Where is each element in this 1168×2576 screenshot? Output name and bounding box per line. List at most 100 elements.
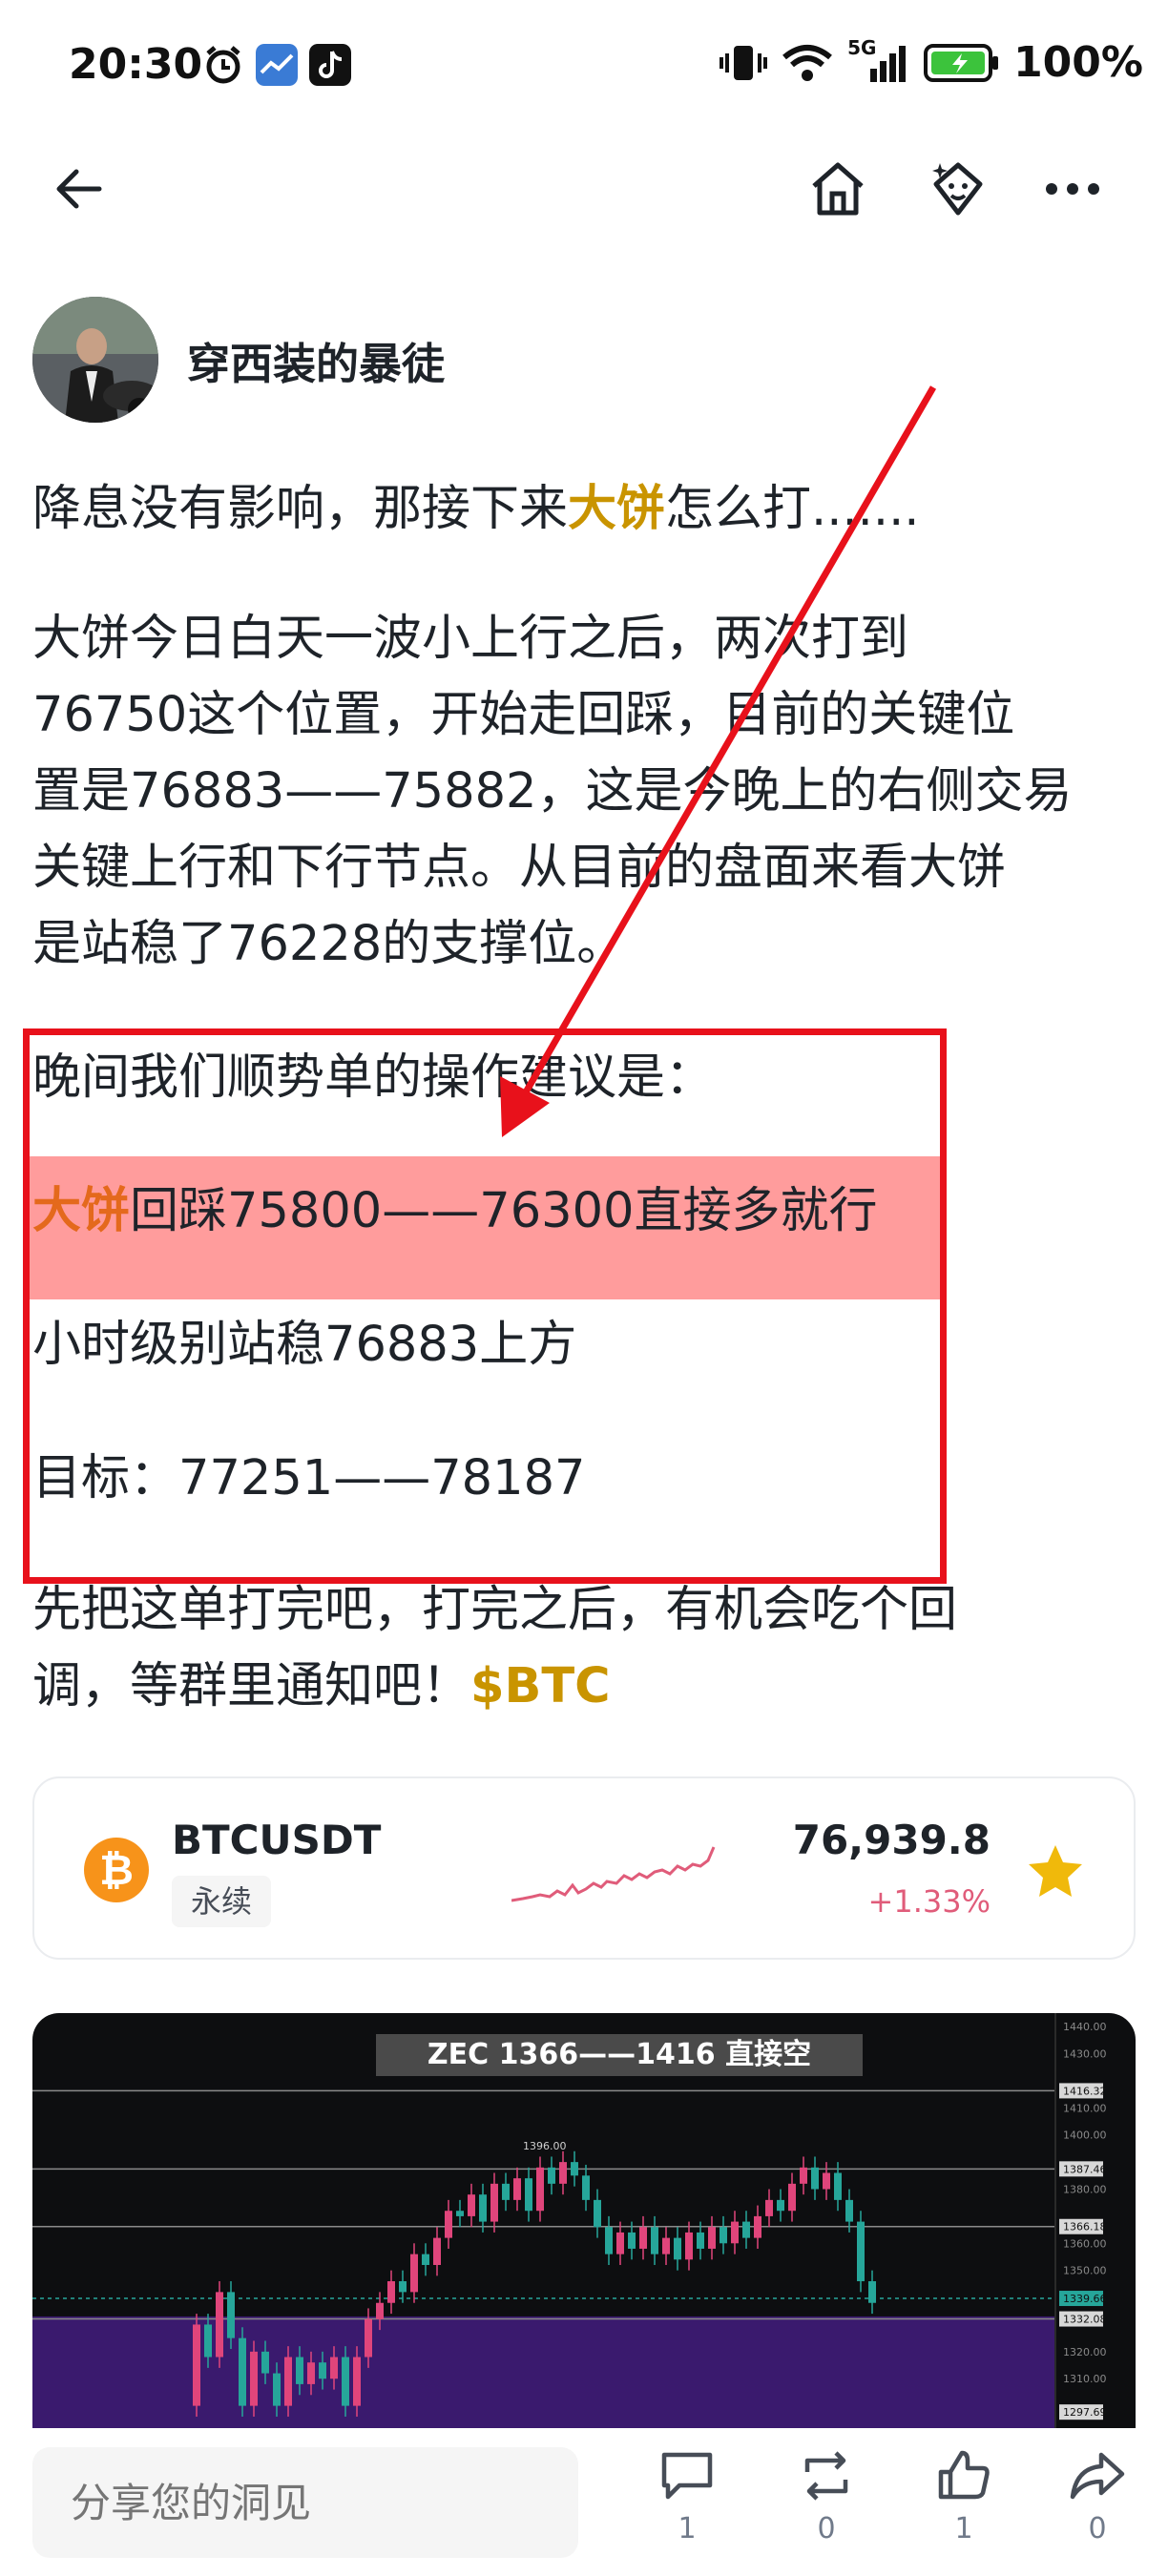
- comment-count: 1: [678, 2512, 697, 2545]
- chart-candle: [811, 2167, 819, 2190]
- repost-count: 0: [817, 2512, 836, 2545]
- share-count: 0: [1088, 2512, 1107, 2545]
- chart-candle: [674, 2237, 681, 2260]
- chart-candle: [433, 2237, 441, 2265]
- chart-candle: [777, 2199, 784, 2212]
- chart-candle: [239, 2337, 246, 2406]
- chart-candle: [571, 2162, 578, 2176]
- ticker-symbol: BTCUSDT: [172, 1817, 382, 1863]
- chart-candle: [330, 2357, 338, 2379]
- chart-candle: [616, 2232, 624, 2254]
- chart-candle: [513, 2178, 521, 2200]
- post-text: 调，等群里通知吧！: [32, 1658, 471, 1714]
- chart-candle: [754, 2215, 761, 2238]
- comment-icon: [661, 2452, 713, 2500]
- chart-image[interactable]: ZEC 1366——1416 直接空 1440.00 1430.00 1416.32…: [32, 2013, 1136, 2433]
- contract-type-tag: 永续: [172, 1876, 272, 1927]
- share-icon: [1070, 2452, 1125, 2500]
- ticker-price: 76,939.8: [792, 1817, 991, 1863]
- chart-candle: [662, 2237, 670, 2254]
- chart-axis-label: 1410.00: [1063, 2102, 1107, 2114]
- chart-candle: [857, 2221, 865, 2282]
- chart-axis-label: 1310.00: [1063, 2373, 1107, 2385]
- chart-candle: [365, 2318, 372, 2358]
- chart-candle: [353, 2357, 361, 2406]
- chart-candle: [410, 2254, 418, 2293]
- chart-axis-label: 1380.00: [1063, 2184, 1107, 2196]
- chart-candle: [548, 2167, 555, 2184]
- price-sparkline: [511, 1846, 716, 1902]
- chart-candle: [296, 2357, 303, 2384]
- chart-candle: [456, 2211, 464, 2216]
- chart-candle: [594, 2199, 601, 2228]
- comment-input[interactable]: [32, 2447, 578, 2558]
- like-count: 1: [954, 2512, 973, 2545]
- chart-candle: [468, 2194, 475, 2216]
- chart-candle: [708, 2227, 716, 2249]
- chart-candle: [376, 2302, 384, 2319]
- post-paragraph-7: 先把这单打完吧，打完之后，有机会吃个回 调，等群里通知吧！$BTC: [32, 1572, 1139, 1725]
- repost-icon: [804, 2451, 848, 2501]
- repost-button[interactable]: 0: [781, 2449, 872, 2545]
- chart-axis-label: 1360.00: [1063, 2237, 1107, 2250]
- chart-candle: [422, 2254, 429, 2265]
- chart-candle: [628, 2232, 636, 2249]
- chart-axis-label: 1387.46: [1063, 2163, 1107, 2175]
- chart-candle: [204, 2324, 212, 2358]
- favorite-star-icon[interactable]: [1027, 1843, 1084, 1899]
- chart-candle: [525, 2178, 532, 2212]
- like-button[interactable]: 1: [918, 2449, 1010, 2545]
- chart-candle: [742, 2221, 750, 2238]
- ticker-card[interactable]: ₿ BTCUSDT 永续 76,939.8 +1.33%: [32, 1776, 1136, 1960]
- chart-candle: [284, 2357, 292, 2406]
- post-line: 先把这单打完吧，打完之后，有机会吃个回: [32, 1582, 958, 1638]
- chart-axis-label: 1440.00: [1063, 2021, 1107, 2033]
- chart-candle: [445, 2211, 452, 2238]
- chart-axis-label: 1332.08: [1063, 2314, 1107, 2326]
- chart-candle: [559, 2162, 567, 2184]
- post-line: 调，等群里通知吧！$BTC: [32, 1649, 1139, 1725]
- chart-candle: [823, 2172, 830, 2190]
- ticker-link[interactable]: $BTC: [470, 1658, 611, 1714]
- chart-candle: [697, 2232, 704, 2249]
- chart-candle: [765, 2199, 773, 2216]
- chart-candle: [479, 2194, 487, 2222]
- thumbs-up-icon: [938, 2450, 990, 2500]
- chart-zone: [32, 2316, 1055, 2433]
- comment-button[interactable]: 1: [641, 2449, 733, 2545]
- chart-candle: [800, 2167, 807, 2184]
- chart-candle: [731, 2221, 739, 2244]
- chart-candle: [319, 2362, 326, 2379]
- ticker-change: +1.33%: [867, 1883, 991, 1920]
- share-button[interactable]: 0: [1052, 2449, 1143, 2545]
- chart-candle: [868, 2281, 876, 2303]
- chart-axis-label: 1297.69: [1063, 2406, 1107, 2419]
- chart-candle: [651, 2227, 658, 2254]
- chart-axis-label: 1430.00: [1063, 2048, 1107, 2061]
- chart-candle: [720, 2227, 727, 2244]
- chart-candle: [788, 2183, 796, 2212]
- chart-candle: [227, 2292, 235, 2338]
- chart-candle: [502, 2183, 510, 2200]
- chart-axis-label: 1416.32: [1063, 2085, 1107, 2097]
- chart-candle: [582, 2175, 590, 2200]
- bitcoin-icon: ₿: [84, 1838, 149, 1902]
- chart-candle: [273, 2373, 281, 2406]
- chart-candle: [193, 2324, 200, 2406]
- chart-candle: [845, 2199, 853, 2222]
- chart-axis-label: 1400.00: [1063, 2129, 1107, 2142]
- chart-axis-label: 1350.00: [1063, 2265, 1107, 2277]
- chart-candle: [490, 2183, 498, 2222]
- chart-candle: [639, 2227, 647, 2249]
- chart-candle: [834, 2172, 842, 2200]
- bottom-action-bar: 1 0 1 0: [0, 2428, 1168, 2576]
- chart-candle: [307, 2362, 315, 2384]
- chart-annotation-label: 1396.00: [523, 2140, 567, 2152]
- chart-candle: [387, 2281, 395, 2303]
- chart-candle: [685, 2232, 693, 2260]
- chart-candle: [342, 2357, 349, 2406]
- chart-axis-label: 1339.66: [1063, 2293, 1107, 2305]
- chart-axis-label: 1320.00: [1063, 2346, 1107, 2358]
- chart-axis-label: 1366.18: [1063, 2221, 1107, 2233]
- chart-candle: [605, 2227, 613, 2254]
